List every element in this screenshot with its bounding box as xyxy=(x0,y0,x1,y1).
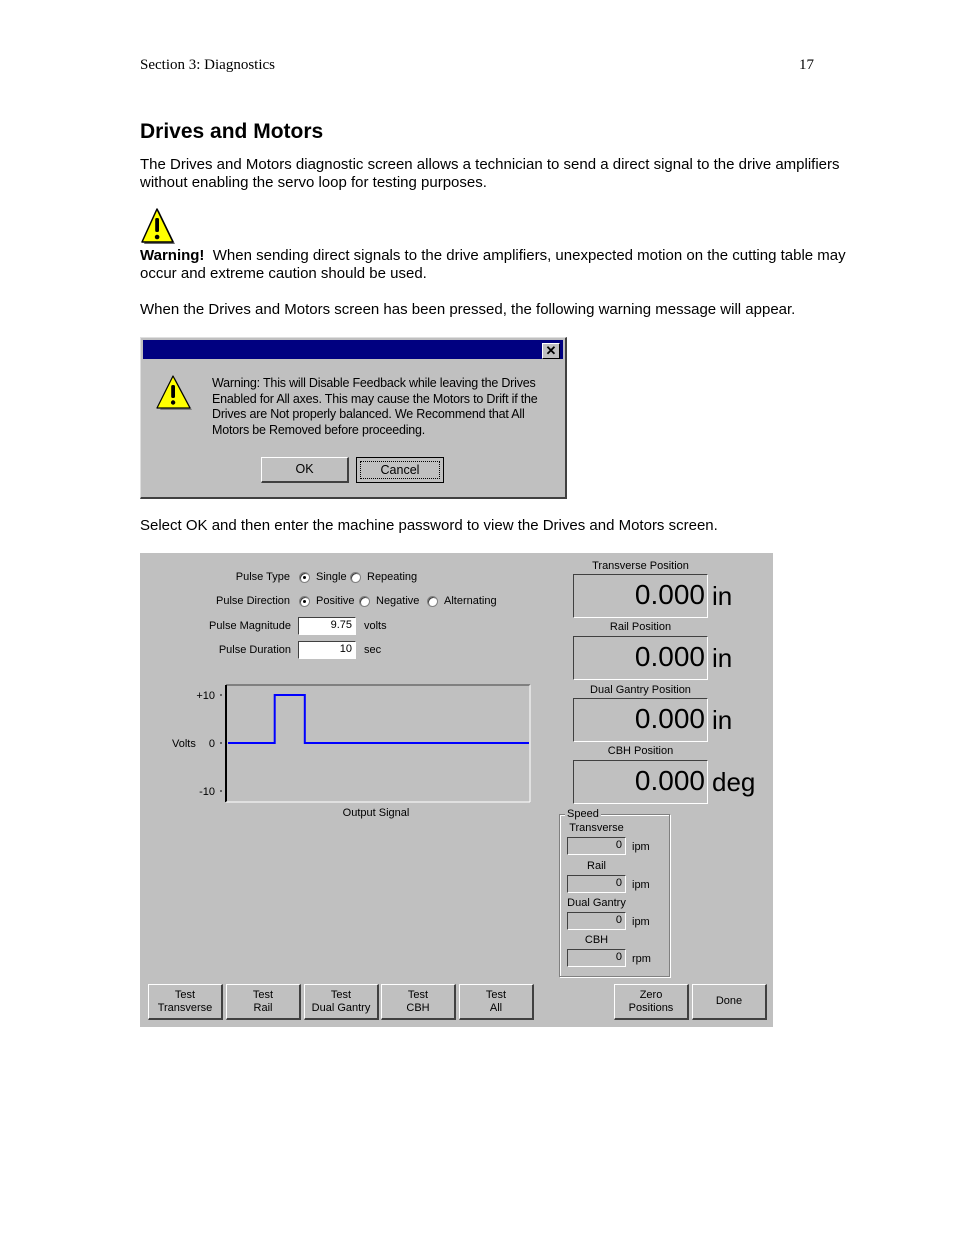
warning-paragraph: Warning! When sending direct signals to … xyxy=(140,247,850,283)
position-readout-transverse: 0.000 xyxy=(573,574,708,618)
position-unit-dual-gantry: in xyxy=(712,705,733,735)
position-label-cbh: CBH Position xyxy=(607,745,674,757)
page-number: 17 xyxy=(799,57,814,73)
chart-xlabel: Output Signal xyxy=(343,807,410,819)
close-icon[interactable]: ✕ xyxy=(542,343,560,359)
warning-triangle-icon xyxy=(156,375,192,410)
position-readout-dual-gantry: 0.000 xyxy=(573,698,708,742)
drives-motors-screen: Pulse Type Single Repeating Pulse Direct… xyxy=(140,553,773,1027)
position-unit-cbh: deg xyxy=(712,767,756,797)
button-line2: CBH xyxy=(406,1001,430,1014)
chart-ytick-label: -10 xyxy=(199,786,215,798)
intro-paragraph: The Drives and Motors diagnostic screen … xyxy=(140,156,840,191)
test-rail-button[interactable]: Test Rail xyxy=(226,984,301,1020)
chart-ytick-label: +10 xyxy=(196,690,215,702)
cancel-button-label: Cancel xyxy=(360,461,440,479)
button-line1: Test xyxy=(174,988,196,1001)
button-line2: Dual Gantry xyxy=(311,1001,371,1014)
position-readout-cbh: 0.000 xyxy=(573,760,708,804)
position-label-dual-gantry: Dual Gantry Position xyxy=(590,684,691,696)
test-transverse-button[interactable]: Test Transverse xyxy=(148,984,223,1020)
warning-text: When sending direct signals to the drive… xyxy=(140,247,850,282)
ok-button[interactable]: OK xyxy=(261,457,349,483)
button-line1: Test xyxy=(485,988,507,1001)
button-line1: Test xyxy=(330,988,352,1001)
speed-readout-rail: 0 xyxy=(567,875,626,893)
select-ok-paragraph: Select OK and then enter the machine pas… xyxy=(140,517,718,534)
button-line1: Zero xyxy=(639,988,663,1001)
section-title: Drives and Motors xyxy=(140,120,324,143)
button-line1: Done xyxy=(715,995,743,1007)
dialog-message: Warning: This will Disable Feedback whil… xyxy=(212,376,538,437)
button-line1: Test xyxy=(252,988,274,1001)
warning-dialog: ✕ Warning: This will Disable Feedback wh… xyxy=(140,337,567,499)
speed-group-label: Speed xyxy=(565,808,601,820)
button-line2: All xyxy=(489,1001,503,1014)
when-pressed-paragraph: When the Drives and Motors screen has be… xyxy=(140,301,796,318)
running-header: Section 3: Diagnostics 17 xyxy=(140,57,814,74)
speed-label-rail: Rail xyxy=(587,860,606,872)
speed-readout-dual-gantry: 0 xyxy=(567,912,626,930)
speed-readout-transverse: 0 xyxy=(567,837,626,855)
button-line2: Transverse xyxy=(157,1001,213,1014)
test-dual-gantry-button[interactable]: Test Dual Gantry xyxy=(304,984,379,1020)
button-line2: Rail xyxy=(253,1001,273,1014)
zero-positions-button[interactable]: Zero Positions xyxy=(614,984,689,1020)
cancel-button[interactable]: Cancel xyxy=(356,457,444,483)
test-all-button[interactable]: Test All xyxy=(459,984,534,1020)
position-unit-rail: in xyxy=(712,643,733,673)
speed-label-transverse: Transverse xyxy=(569,822,624,834)
speed-label-cbh: CBH xyxy=(584,934,609,946)
position-unit-transverse: in xyxy=(712,581,733,611)
speed-label-dual-gantry: Dual Gantry xyxy=(567,897,626,909)
done-button[interactable]: Done xyxy=(692,984,767,1020)
position-label-transverse: Transverse Position xyxy=(592,560,689,572)
section-label: Section 3: Diagnostics xyxy=(140,57,275,73)
dialog-titlebar: ✕ xyxy=(143,340,563,359)
position-label-rail: Rail Position xyxy=(609,621,672,633)
speed-unit-transverse: ipm xyxy=(632,841,650,853)
warning-triangle-icon xyxy=(141,208,175,244)
speed-readout-cbh: 0 xyxy=(567,949,626,967)
speed-unit-rail: ipm xyxy=(632,879,650,891)
speed-unit-dual-gantry: ipm xyxy=(632,916,650,928)
chart-ytick-label: 0 xyxy=(209,738,215,750)
warning-label: Warning! xyxy=(140,247,205,264)
test-cbh-button[interactable]: Test CBH xyxy=(381,984,456,1020)
speed-unit-cbh: rpm xyxy=(632,953,651,965)
button-line2: Positions xyxy=(628,1001,674,1014)
button-line1: Test xyxy=(407,988,429,1001)
position-readout-rail: 0.000 xyxy=(573,636,708,680)
chart-ylabel: Volts xyxy=(172,738,196,750)
